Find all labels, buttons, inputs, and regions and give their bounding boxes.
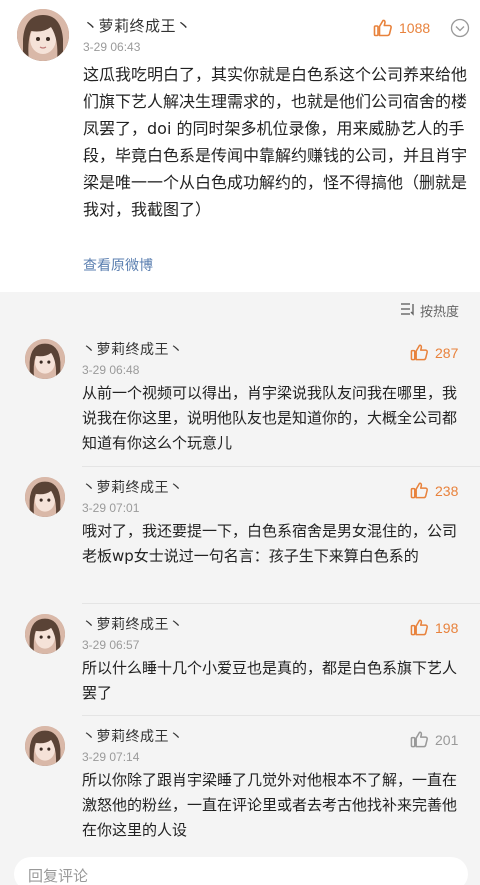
comment-like-count: 287 [435,344,459,361]
post-like-button[interactable]: 1088 [373,18,430,38]
avatar[interactable] [25,477,65,517]
thumbs-up-icon [410,481,429,500]
comment-like-button[interactable]: 201 [410,730,458,749]
comment-text: 所以你除了跟肖宇梁睡了几觉外对他根本不了解，一直在激怒他的粉丝，一直在评论里或者… [82,771,458,839]
avatar[interactable] [25,614,65,654]
comment-username[interactable]: 丶萝莉终成王丶 [82,726,184,746]
avatar[interactable] [25,726,65,766]
comment-username[interactable]: 丶萝莉终成王丶 [82,477,184,497]
divider [82,466,480,467]
sort-button[interactable]: 按热度 [400,301,459,320]
post-time: 3-29 06:43 [83,40,141,54]
comment-username[interactable]: 丶萝莉终成王丶 [82,614,184,634]
comment-like-button[interactable]: 287 [410,343,458,362]
more-icon[interactable] [450,18,470,38]
post-like-count: 1088 [399,20,431,36]
comment-like-count: 198 [435,619,459,636]
view-original-link[interactable]: 查看原微博 [83,255,153,275]
comment-username[interactable]: 丶萝莉终成王丶 [82,339,184,359]
sort-icon [400,302,416,320]
comment-time: 3-29 07:01 [82,501,140,515]
thumbs-up-icon [410,343,429,362]
comment-text: 哦对了，我还要提一下，白色系宿舍是男女混住的，公司老板wp女士说过一句名言：孩子… [82,522,458,565]
comment-text: 所以什么睡十几个小爱豆也是真的，都是白色系旗下艺人罢了 [82,659,458,702]
avatar[interactable] [17,9,69,61]
main-post: 丶萝莉终成王丶 3-29 06:43 1088 这瓜我吃明白了，其实你就是白色系… [0,0,480,292]
comment-time: 3-29 07:14 [82,750,140,764]
sort-label: 按热度 [420,305,460,320]
post-username[interactable]: 丶萝莉终成王丶 [83,15,192,36]
thumbs-up-icon [410,618,429,637]
post-text: 这瓜我吃明白了，其实你就是白色系这个公司养来给他们旗下艺人解决生理需求的，也就是… [83,65,468,219]
comment-time: 3-29 06:48 [82,363,140,377]
comment-like-count: 238 [435,482,459,499]
comment-like-count: 201 [435,731,459,748]
reply-input[interactable]: 回复评论 [14,857,468,885]
divider [82,603,480,604]
avatar[interactable] [25,339,65,379]
thumbs-up-icon [373,18,393,38]
comment-time: 3-29 06:57 [82,638,140,652]
divider [82,715,480,716]
comment-like-button[interactable]: 198 [410,618,458,637]
comment-like-button[interactable]: 238 [410,481,458,500]
thumbs-up-icon [410,730,429,749]
comment-text: 从前一个视频可以得出，肖宇梁说我队友问我在哪里，我说我在你这里，说明他队友也是知… [82,384,458,452]
